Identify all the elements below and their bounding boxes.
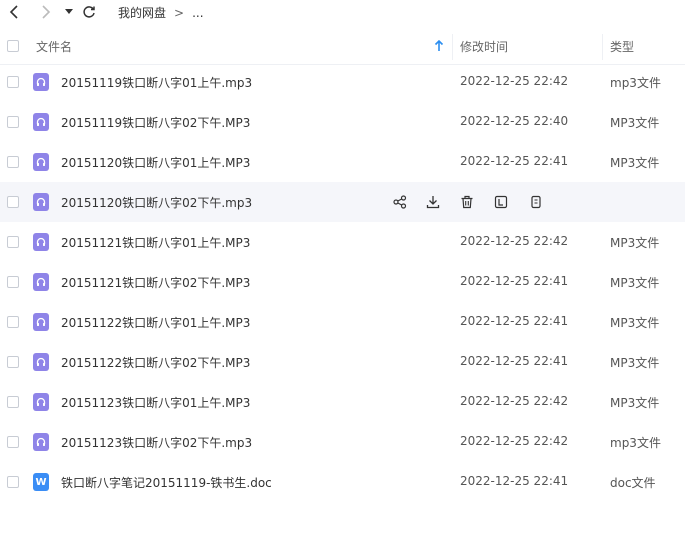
- breadcrumb: 我的网盘 > ...: [118, 4, 204, 21]
- audio-file-icon: [33, 273, 49, 291]
- file-type: mp3文件: [610, 76, 661, 90]
- row-checkbox[interactable]: [7, 316, 19, 328]
- file-modified-time: 2022-12-25 22:41: [460, 154, 569, 168]
- file-type: MP3文件: [610, 276, 660, 290]
- audio-file-icon: [33, 113, 49, 131]
- rename-icon: [494, 195, 508, 209]
- file-type: MP3文件: [610, 156, 660, 170]
- file-type: mp3文件: [610, 436, 661, 450]
- file-name[interactable]: 20151119铁口断八字02下午.MP3: [61, 114, 250, 131]
- audio-file-icon: [33, 313, 49, 331]
- row-checkbox[interactable]: [7, 476, 19, 488]
- file-row[interactable]: 20151123铁口断八字01上午.MP3 2022-12-25 22:42 M…: [0, 382, 685, 422]
- file-row[interactable]: 20151120铁口断八字01上午.MP3 2022-12-25 22:41 M…: [0, 142, 685, 182]
- file-list-header: 文件名 修改时间 类型: [0, 28, 685, 65]
- file-modified-time: 2022-12-25 22:41: [460, 354, 569, 368]
- file-type: doc文件: [610, 476, 656, 490]
- file-row[interactable]: W 铁口断八字笔记20151119-铁书生.doc 2022-12-25 22:…: [0, 462, 685, 502]
- column-header-name[interactable]: 文件名: [36, 28, 72, 64]
- breadcrumb-root[interactable]: 我的网盘: [118, 4, 166, 21]
- row-checkbox[interactable]: [7, 236, 19, 248]
- file-name[interactable]: 20151121铁口断八字02下午.MP3: [61, 274, 250, 291]
- back-button[interactable]: [6, 3, 24, 21]
- delete-button[interactable]: [458, 193, 476, 211]
- row-checkbox[interactable]: [7, 76, 19, 88]
- file-name[interactable]: 20151123铁口断八字01上午.MP3: [61, 394, 250, 411]
- download-icon: [426, 196, 440, 209]
- share-icon: [393, 195, 407, 209]
- file-row-hovered[interactable]: 20151120铁口断八字02下午.mp3: [0, 182, 685, 222]
- file-type: MP3文件: [610, 396, 660, 410]
- chevron-right-icon: [42, 5, 51, 19]
- file-modified-time: 2022-12-25 22:42: [460, 394, 569, 408]
- more-button[interactable]: [527, 193, 545, 211]
- file-row[interactable]: 20151121铁口断八字02下午.MP3 2022-12-25 22:41 M…: [0, 262, 685, 302]
- file-modified-time: 2022-12-25 22:40: [460, 114, 569, 128]
- file-type: MP3文件: [610, 356, 660, 370]
- file-modified-time: 2022-12-25 22:42: [460, 434, 569, 448]
- row-checkbox[interactable]: [7, 116, 19, 128]
- file-modified-time: 2022-12-25 22:41: [460, 314, 569, 328]
- file-row[interactable]: 20151122铁口断八字02下午.MP3 2022-12-25 22:41 M…: [0, 342, 685, 382]
- column-divider[interactable]: [602, 34, 603, 60]
- breadcrumb-separator: >: [174, 5, 185, 20]
- audio-file-icon: [33, 193, 49, 211]
- row-checkbox[interactable]: [7, 356, 19, 368]
- column-header-type[interactable]: 类型: [610, 28, 634, 64]
- trash-icon: [461, 195, 473, 209]
- file-modified-time: 2022-12-25 22:42: [460, 234, 569, 248]
- file-name[interactable]: 20151121铁口断八字01上午.MP3: [61, 234, 250, 251]
- file-name[interactable]: 20151120铁口断八字02下午.mp3: [61, 194, 252, 211]
- audio-file-icon: [33, 153, 49, 171]
- audio-file-icon: [33, 233, 49, 251]
- caret-down-icon: [65, 9, 73, 14]
- breadcrumb-more[interactable]: ...: [192, 6, 203, 20]
- file-name[interactable]: 20151119铁口断八字01上午.mp3: [61, 74, 252, 91]
- more-icon: [531, 195, 541, 209]
- chevron-left-icon: [9, 5, 18, 19]
- file-row[interactable]: 20151122铁口断八字01上午.MP3 2022-12-25 22:41 M…: [0, 302, 685, 342]
- row-checkbox[interactable]: [7, 436, 19, 448]
- word-doc-icon: W: [33, 473, 49, 491]
- file-type: MP3文件: [610, 236, 660, 250]
- file-modified-time: 2022-12-25 22:41: [460, 274, 569, 288]
- row-checkbox[interactable]: [7, 276, 19, 288]
- audio-file-icon: [33, 393, 49, 411]
- file-type: MP3文件: [610, 116, 660, 130]
- file-type: MP3文件: [610, 316, 660, 330]
- refresh-button[interactable]: [80, 3, 98, 21]
- column-header-modified[interactable]: 修改时间: [460, 28, 508, 64]
- row-checkbox[interactable]: [7, 396, 19, 408]
- file-modified-time: 2022-12-25 22:41: [460, 474, 569, 488]
- row-checkbox[interactable]: [7, 156, 19, 168]
- download-button[interactable]: [424, 193, 442, 211]
- file-name[interactable]: 20151120铁口断八字01上午.MP3: [61, 154, 250, 171]
- refresh-icon: [83, 6, 95, 18]
- column-divider[interactable]: [452, 34, 453, 60]
- file-name[interactable]: 20151122铁口断八字01上午.MP3: [61, 314, 250, 331]
- audio-file-icon: [33, 433, 49, 451]
- rename-button[interactable]: [492, 193, 510, 211]
- file-row[interactable]: 20151119铁口断八字02下午.MP3 2022-12-25 22:40 M…: [0, 102, 685, 142]
- select-all-checkbox[interactable]: [7, 40, 19, 52]
- file-row[interactable]: 20151121铁口断八字01上午.MP3 2022-12-25 22:42 M…: [0, 222, 685, 262]
- navigation-toolbar: 我的网盘 > ...: [0, 0, 685, 24]
- file-name[interactable]: 20151123铁口断八字02下午.mp3: [61, 434, 252, 451]
- sort-ascending-icon[interactable]: [434, 28, 444, 64]
- file-row[interactable]: 20151119铁口断八字01上午.mp3 2022-12-25 22:42 m…: [0, 62, 685, 102]
- audio-file-icon: [33, 353, 49, 371]
- share-button[interactable]: [391, 193, 409, 211]
- history-dropdown-button[interactable]: [60, 3, 78, 21]
- audio-file-icon: [33, 73, 49, 91]
- forward-button[interactable]: [36, 3, 54, 21]
- file-row[interactable]: 20151123铁口断八字02下午.mp3 2022-12-25 22:42 m…: [0, 422, 685, 462]
- row-checkbox[interactable]: [7, 196, 19, 208]
- file-name[interactable]: 铁口断八字笔记20151119-铁书生.doc: [61, 474, 272, 491]
- file-name[interactable]: 20151122铁口断八字02下午.MP3: [61, 354, 250, 371]
- file-modified-time: 2022-12-25 22:42: [460, 74, 569, 88]
